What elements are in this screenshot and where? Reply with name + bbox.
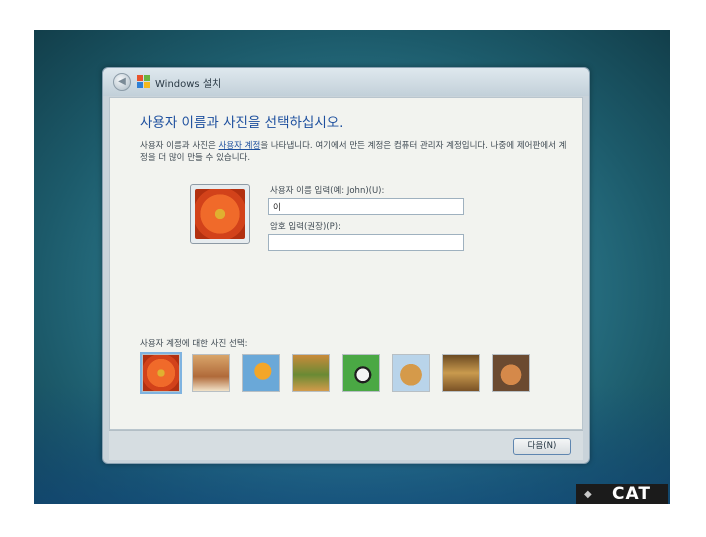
description: 사용자 이름과 사진은 사용자 계정을 나타냅니다. 여기에서 만든 계정은 컴… — [140, 140, 570, 164]
windows-logo-icon — [137, 75, 151, 89]
watermark-text: CAT — [612, 484, 651, 504]
description-text-start: 사용자 이름과 사진은 — [140, 141, 219, 151]
page-title: 사용자 이름과 사진을 선택하십시오. — [140, 115, 344, 131]
username-label: 사용자 이름 입력(예: John)(U): — [270, 186, 385, 196]
window-title: Windows 설치 — [155, 79, 222, 90]
desktop-background: ◀ Windows 설치 사용자 이름과 사진을 선택하십시오. 사용자 이름과… — [34, 30, 670, 504]
flower-picture-icon[interactable] — [140, 352, 182, 394]
chess-picture-icon[interactable] — [442, 354, 480, 392]
button-bar: 다음(N) — [109, 430, 583, 460]
picture-label: 사용자 계정에 대한 사진 선택: — [140, 339, 248, 349]
selected-avatar — [190, 184, 250, 244]
password-input[interactable] — [268, 234, 464, 251]
robot-picture-icon[interactable] — [192, 354, 230, 392]
title-bar: ◀ Windows 설치 — [103, 68, 589, 96]
flower-picture-icon — [195, 189, 245, 239]
next-button[interactable]: 다음(N) — [513, 438, 571, 455]
fish-picture-icon[interactable] — [242, 354, 280, 392]
watermark-mark-icon: ◆ — [584, 489, 592, 500]
dog-picture-icon[interactable] — [392, 354, 430, 392]
chameleon-picture-icon[interactable] — [292, 354, 330, 392]
back-arrow-icon[interactable]: ◀ — [113, 73, 131, 91]
watermark: ◆ CAT — [576, 484, 668, 504]
cat-picture-icon[interactable] — [492, 354, 530, 392]
password-label: 암호 입력(권장)(P): — [270, 222, 341, 232]
setup-window: ◀ Windows 설치 사용자 이름과 사진을 선택하십시오. 사용자 이름과… — [102, 67, 590, 464]
username-input[interactable] — [268, 198, 464, 215]
picture-list — [140, 352, 542, 394]
user-account-link[interactable]: 사용자 계정 — [219, 141, 261, 151]
photo-frame: ◀ Windows 설치 사용자 이름과 사진을 선택하십시오. 사용자 이름과… — [0, 0, 706, 537]
soccer-ball-picture-icon[interactable] — [342, 354, 380, 392]
content-panel: 사용자 이름과 사진을 선택하십시오. 사용자 이름과 사진은 사용자 계정을 … — [109, 97, 583, 430]
